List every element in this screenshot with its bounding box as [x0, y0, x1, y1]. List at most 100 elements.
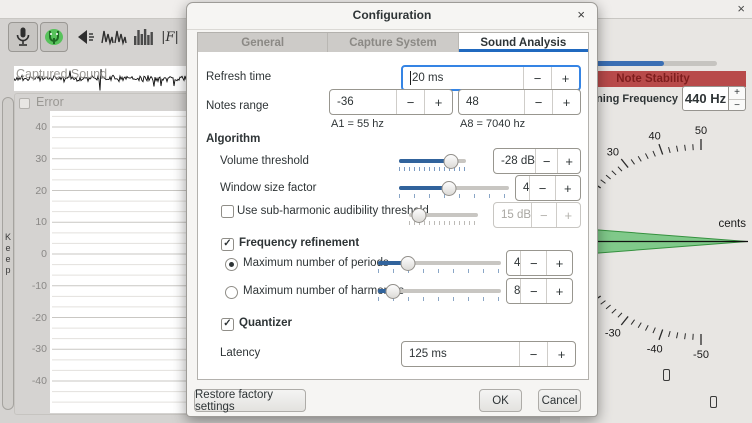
volume-plus-button[interactable]: +: [557, 149, 580, 173]
subharmonic-slider[interactable]: [409, 213, 478, 225]
subharmonic-checkbox[interactable]: [221, 205, 234, 218]
speaker-icon: [74, 28, 96, 46]
notes-max-minus-button[interactable]: −: [524, 90, 552, 114]
volume-threshold-label: Volume threshold: [220, 155, 309, 167]
refresh-time-plus-button[interactable]: +: [551, 67, 579, 89]
latency-spinbox[interactable]: 125 ms − +: [401, 341, 576, 367]
quantizer-checkbox[interactable]: ✓: [221, 318, 234, 331]
window-size-slider[interactable]: [399, 186, 509, 198]
cents-label: cents: [708, 218, 746, 230]
main-close-icon[interactable]: ×: [737, 1, 745, 16]
notes-max-plus-button[interactable]: +: [552, 90, 580, 114]
error-checkbox[interactable]: [19, 98, 30, 109]
error-axis-tick: -40: [17, 375, 47, 387]
max-harmonics-spinbox[interactable]: 8 − +: [506, 278, 573, 304]
dialog-close-icon[interactable]: ×: [577, 8, 585, 22]
max-harmonics-slider[interactable]: [378, 289, 501, 301]
latency-plus-button[interactable]: +: [547, 342, 575, 366]
max-harmonics-knob[interactable]: [385, 284, 400, 299]
volume-threshold-value[interactable]: -28 dB: [494, 149, 535, 173]
captured-sound-title: Captured Sound: [16, 67, 107, 81]
note-stability-label: Note Stability: [616, 73, 689, 85]
subharmonic-label: Use sub-harmonic audibility threshold: [237, 205, 429, 217]
subharmonic-plus-button: +: [556, 203, 580, 227]
volume-threshold-slider[interactable]: [399, 159, 466, 171]
notes-range-max-spinbox[interactable]: 48 − +: [458, 89, 581, 115]
error-axis-tick: 10: [17, 216, 47, 228]
error-plot: [50, 111, 196, 413]
restore-factory-settings-button[interactable]: Restore factory settings: [194, 389, 306, 412]
window-size-label: Window size factor: [220, 182, 317, 194]
configuration-dialog: Configuration × General Capture System S…: [186, 2, 598, 417]
microphone-button[interactable]: [8, 22, 38, 52]
subharmonic-knob[interactable]: [411, 208, 426, 223]
microphone-icon: [13, 26, 33, 48]
latency-minus-button[interactable]: −: [519, 342, 547, 366]
max-periods-spinbox[interactable]: 4 − +: [506, 250, 573, 276]
speaker-button[interactable]: [72, 22, 98, 52]
refresh-time-value: 20 ms: [412, 72, 443, 84]
notes-range-min-value[interactable]: -36: [330, 90, 396, 114]
error-panel: Error 403020100-10-20-30-40: [14, 93, 196, 415]
ok-button[interactable]: OK: [479, 389, 522, 412]
keep-button[interactable]: Keep: [2, 97, 14, 410]
keep-label: Keep: [3, 232, 13, 276]
notes-range-label: Notes range: [206, 100, 269, 112]
fmit-logo-button[interactable]: [40, 22, 68, 52]
refresh-time-label: Refresh time: [206, 71, 271, 83]
max-periods-slider[interactable]: [378, 261, 501, 273]
histogram-icon: [133, 28, 153, 46]
latency-label: Latency: [220, 347, 260, 359]
dialog-title: Configuration: [187, 3, 597, 30]
harmonics-minus-button[interactable]: −: [520, 279, 546, 303]
volume-threshold-knob[interactable]: [444, 154, 459, 169]
histogram-button[interactable]: [131, 22, 155, 52]
cancel-button[interactable]: Cancel: [538, 389, 581, 412]
notes-range-max-value[interactable]: 48: [459, 90, 524, 114]
window-size-knob[interactable]: [441, 181, 456, 196]
notes-max-note: A8 = 7040 hz: [460, 118, 525, 130]
max-harmonics-radio[interactable]: [225, 286, 238, 299]
periods-plus-button[interactable]: +: [546, 251, 572, 275]
error-title: Error: [36, 95, 64, 109]
fmit-logo-icon: [44, 27, 64, 47]
volume-threshold-spinbox[interactable]: -28 dB − +: [493, 148, 581, 174]
max-harmonics-value[interactable]: 8: [507, 279, 520, 303]
latency-value[interactable]: 125 ms: [402, 342, 519, 366]
tuning-frequency-down-button[interactable]: −: [729, 99, 745, 112]
tuning-frequency-up-button[interactable]: +: [729, 87, 745, 99]
harmonics-plus-button[interactable]: +: [546, 279, 572, 303]
window-minus-button[interactable]: −: [529, 176, 554, 200]
tuning-frequency-input[interactable]: 440 Hz: [682, 86, 729, 111]
error-axis-tick: -30: [17, 343, 47, 355]
refresh-time-spinbox[interactable]: 20 ms − +: [401, 65, 581, 91]
notes-range-min-spinbox[interactable]: -36 − +: [329, 89, 453, 115]
volume-minus-button[interactable]: −: [535, 149, 558, 173]
tab-general[interactable]: General: [198, 33, 328, 52]
tab-capture-system[interactable]: Capture System: [328, 33, 458, 52]
subharmonic-minus-button: −: [531, 203, 555, 227]
notes-min-note: A1 = 55 hz: [331, 118, 384, 130]
max-periods-label: Maximum number of periods: [243, 257, 389, 269]
tab-sound-analysis[interactable]: Sound Analysis: [459, 33, 588, 52]
waveform-icon: [101, 27, 127, 47]
algorithm-header: Algorithm: [206, 133, 260, 145]
frequency-refinement-checkbox[interactable]: ✓: [221, 238, 234, 251]
refresh-time-minus-button[interactable]: −: [523, 67, 551, 89]
max-periods-knob[interactable]: [400, 256, 415, 271]
captured-sound-panel: Captured Sound: [14, 66, 196, 91]
window-size-value[interactable]: 4: [516, 176, 529, 200]
notes-min-minus-button[interactable]: −: [396, 90, 424, 114]
periods-minus-button[interactable]: −: [520, 251, 546, 275]
subharmonic-value: 15 dB: [494, 203, 531, 227]
quantizer-header: Quantizer: [239, 317, 292, 329]
text-caret: [410, 71, 411, 85]
notes-min-plus-button[interactable]: +: [424, 90, 452, 114]
waveform-button[interactable]: [100, 22, 128, 52]
window-size-spinbox[interactable]: 4 − +: [515, 175, 581, 201]
max-periods-value[interactable]: 4: [507, 251, 520, 275]
fourier-button[interactable]: |F|: [158, 22, 182, 52]
app-window: ×: [0, 0, 752, 423]
window-plus-button[interactable]: +: [555, 176, 580, 200]
max-periods-radio[interactable]: [225, 258, 238, 271]
